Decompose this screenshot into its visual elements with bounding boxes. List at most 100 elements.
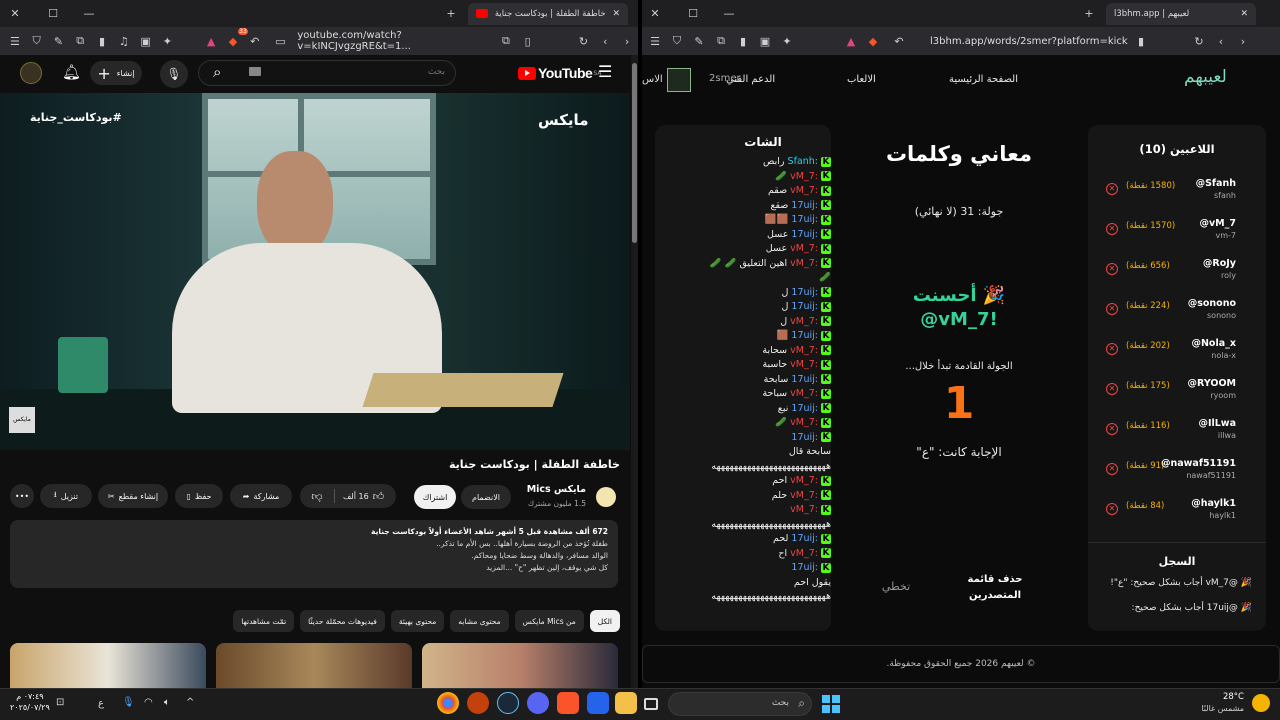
- menu-icon[interactable]: ☰: [646, 32, 664, 50]
- brave-shield-icon[interactable]: ◆ 33: [224, 28, 248, 50]
- tab-close-icon[interactable]: ✕: [612, 9, 620, 19]
- shield-icon[interactable]: ⛉: [668, 32, 686, 50]
- notification-center-icon[interactable]: ⊡: [56, 697, 64, 708]
- tab-youtube[interactable]: ✕ خاطفة الطفلة | بودكاست جناية: [468, 2, 628, 25]
- maximize-icon[interactable]: ☐: [684, 5, 702, 23]
- extension-icon[interactable]: ✎: [50, 32, 68, 50]
- notifications-icon[interactable]: 🔔︎: [62, 63, 81, 81]
- save-button[interactable]: حفظ ▯: [175, 484, 223, 508]
- reload-back-icon[interactable]: ↶: [246, 32, 264, 50]
- chip-from-mics[interactable]: من Mics مايكس: [514, 610, 584, 632]
- search-bar[interactable]: ⌕ بحث: [198, 60, 456, 86]
- vpn-triangle-icon[interactable]: ▲: [202, 32, 220, 50]
- url-bar[interactable]: l3bhm.app/words/2smer?platform=kick: [930, 31, 1130, 51]
- steam-icon[interactable]: [497, 692, 519, 714]
- site-logo[interactable]: لعيبهم: [1184, 67, 1227, 87]
- store-icon[interactable]: [587, 692, 609, 714]
- create-button[interactable]: إنشاء +: [90, 61, 142, 85]
- start-button[interactable]: [822, 695, 840, 713]
- new-tab-icon[interactable]: +: [1080, 5, 1098, 23]
- remove-player-icon[interactable]: ✕: [1106, 343, 1118, 355]
- channel-icon[interactable]: [596, 487, 616, 507]
- remove-player-icon[interactable]: ✕: [1106, 383, 1118, 395]
- voice-search-icon[interactable]: 🎙︎: [160, 60, 188, 88]
- language-indicator[interactable]: ع: [98, 698, 104, 709]
- video-player[interactable]: #بودكاست_جناية مايكس مايكس: [0, 93, 630, 450]
- forward-icon[interactable]: ›: [618, 32, 636, 50]
- screenshot-icon[interactable]: ▣: [137, 32, 155, 50]
- minimize-icon[interactable]: —: [720, 5, 738, 23]
- reload-icon[interactable]: ↻: [575, 32, 593, 50]
- sidebar-icon[interactable]: ▮: [93, 32, 111, 50]
- dislike-icon[interactable]: 👎︎: [300, 490, 334, 503]
- video-thumbnail[interactable]: [216, 643, 412, 688]
- close-window-icon[interactable]: ✕: [6, 5, 24, 23]
- description-box[interactable]: 672 ألف مشاهدة قبل 5 أشهر شاهد الأعضاء أ…: [10, 520, 618, 588]
- cut-nav-text[interactable]: الاس: [642, 74, 663, 85]
- screenshot-icon[interactable]: ▣: [756, 32, 774, 50]
- close-window-icon[interactable]: ✕: [646, 5, 664, 23]
- folder-icon[interactable]: [615, 692, 637, 714]
- clip-button[interactable]: إنشاء مقطع ✂: [98, 484, 168, 508]
- remove-player-icon[interactable]: ✕: [1106, 423, 1118, 435]
- weather-widget[interactable]: 28°C مشمس غالبًا: [1198, 691, 1278, 719]
- remove-player-icon[interactable]: ✕: [1106, 463, 1118, 475]
- hamburger-menu-icon[interactable]: ☰: [598, 62, 612, 81]
- chip-all[interactable]: الكل: [589, 610, 620, 632]
- chip-similar[interactable]: محتوى مشابه: [450, 610, 509, 632]
- url-bar[interactable]: youtube.com/watch?v=kINCJvgzgRE&t=1...: [297, 30, 495, 52]
- remove-player-icon[interactable]: ✕: [1106, 263, 1118, 275]
- puzzle-icon[interactable]: ✦: [778, 32, 796, 50]
- brave-shield-icon[interactable]: ◆: [864, 32, 882, 50]
- music-icon[interactable]: ♫: [115, 32, 133, 50]
- video-thumbnail[interactable]: [422, 643, 618, 688]
- maximize-icon[interactable]: ☐: [44, 5, 62, 23]
- download-button[interactable]: تنزيل ⭳: [40, 484, 92, 508]
- brave-icon[interactable]: [557, 692, 579, 714]
- like-count[interactable]: 16 ألف: [343, 492, 369, 501]
- site-info-icon[interactable]: ▭: [272, 32, 290, 50]
- wifi-icon[interactable]: ◠: [144, 697, 153, 708]
- chip-format[interactable]: محتوى بهيئة: [390, 610, 445, 632]
- tabs-icon[interactable]: ⧉: [71, 32, 89, 50]
- nav-home[interactable]: الصفحة الرئيسية: [949, 74, 1018, 85]
- minimize-icon[interactable]: —: [80, 5, 98, 23]
- reload-back-icon[interactable]: ↶: [890, 32, 908, 50]
- copy-link-icon[interactable]: ⧉: [497, 32, 515, 50]
- more-actions-button[interactable]: •••: [10, 484, 34, 508]
- video-thumbnail[interactable]: [10, 643, 206, 688]
- bookmark-icon[interactable]: ▯: [519, 32, 537, 50]
- tab-l3bhm[interactable]: ✕ لعيبهم | l3bhm.app: [1106, 2, 1256, 25]
- sidebar-icon[interactable]: ▮: [734, 32, 752, 50]
- page-scrollbar[interactable]: [631, 55, 638, 688]
- discord-icon[interactable]: [527, 692, 549, 714]
- tab-close-icon[interactable]: ✕: [1240, 9, 1248, 19]
- remove-player-icon[interactable]: ✕: [1106, 303, 1118, 315]
- chrome-icon[interactable]: [437, 692, 459, 714]
- reload-icon[interactable]: ↻: [1190, 32, 1208, 50]
- clock[interactable]: ٠٧:٤٩ م ٢٠٢٥/٠٧/٢٩: [10, 691, 50, 713]
- chip-watched[interactable]: تمّت مشاهدتها: [233, 610, 295, 632]
- avatar[interactable]: [20, 62, 42, 84]
- nav-support[interactable]: الدعم الفني: [726, 74, 775, 85]
- channel-corner-logo[interactable]: مايكس: [9, 407, 35, 433]
- like-icon[interactable]: 👍︎: [373, 490, 385, 503]
- puzzle-icon[interactable]: ✦: [158, 32, 176, 50]
- extension-icon[interactable]: ✎: [690, 32, 708, 50]
- tray-chevron-icon[interactable]: ^: [186, 697, 194, 708]
- remove-player-icon[interactable]: ✕: [1106, 223, 1118, 235]
- skip-button[interactable]: تخطي: [874, 580, 918, 593]
- bookmark-icon[interactable]: ▮: [1132, 32, 1150, 50]
- vpn-triangle-icon[interactable]: ▲: [842, 32, 860, 50]
- forward-icon[interactable]: ›: [1234, 32, 1252, 50]
- back-icon[interactable]: ‹: [1212, 32, 1230, 50]
- keyboard-icon[interactable]: [249, 67, 261, 76]
- shield-icon[interactable]: ⛉: [28, 32, 46, 50]
- volume-icon[interactable]: 🔈︎: [164, 697, 170, 708]
- share-button[interactable]: مشاركة ➦: [230, 484, 292, 508]
- streamer-avatar[interactable]: [667, 68, 691, 92]
- remove-player-icon[interactable]: ✕: [1106, 503, 1118, 515]
- join-button[interactable]: الانضمام: [461, 485, 511, 509]
- subscribe-button[interactable]: اشتراك: [414, 485, 456, 509]
- channel-name[interactable]: مايكس Mics: [527, 484, 586, 495]
